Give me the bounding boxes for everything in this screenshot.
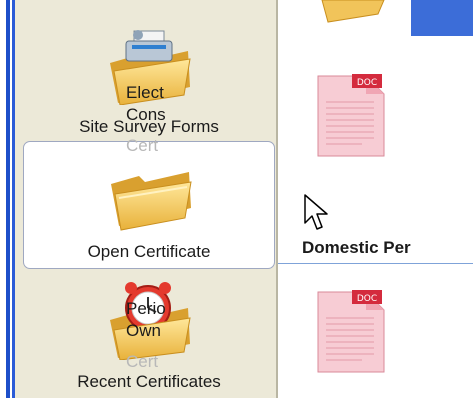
document-title: Elect	[126, 83, 164, 102]
header-bar	[411, 0, 473, 36]
document-title: Own	[126, 321, 161, 340]
section-header: Domestic Per	[302, 238, 411, 257]
doc-badge: DOC	[357, 294, 377, 304]
doc-file-icon: DOC	[317, 290, 385, 373]
mouse-cursor-icon	[304, 194, 328, 230]
document-subtitle: Cert	[126, 352, 159, 371]
folder-icon	[321, 0, 385, 23]
sidebar-item-open-certificate[interactable]: Open Certificate	[23, 141, 275, 269]
sidebar-item-label: Recent Certificates	[77, 372, 221, 391]
doc-badge: DOC	[357, 78, 377, 88]
doc-file-icon: DOC	[317, 74, 385, 157]
section-divider	[278, 263, 473, 264]
document-subtitle: Cert	[126, 136, 159, 155]
document-title: Cons	[126, 105, 166, 124]
document-title: Perio	[126, 299, 166, 318]
folder-icon	[111, 172, 192, 231]
window-left-edge	[0, 0, 12, 398]
sidebar-item-label: Open Certificate	[87, 242, 211, 261]
